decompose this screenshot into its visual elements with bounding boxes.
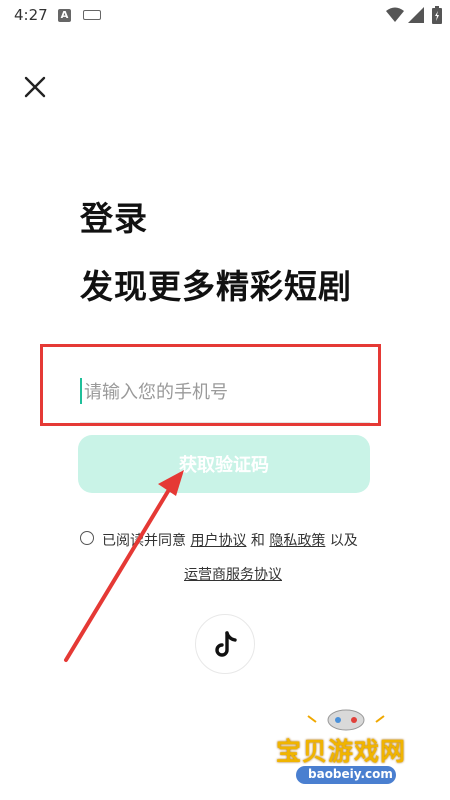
close-icon — [24, 76, 46, 98]
status-time: 4:27 — [14, 6, 48, 24]
agreement-prefix: 已阅读并同意 — [102, 533, 186, 549]
agreement-line-1: 已阅读并同意 用户协议 和 隐私政策 以及 — [102, 530, 358, 550]
agreement-and-also: 以及 — [329, 533, 358, 549]
login-screen: 4:27 A 登录 发现更多精彩短剧 获取验证码 — [0, 0, 450, 800]
close-button[interactable] — [22, 74, 48, 100]
battery-icon — [432, 6, 442, 24]
douyin-login-button[interactable] — [195, 614, 255, 674]
keyboard-icon — [83, 10, 101, 20]
operator-agreement-link[interactable]: 运营商服务协议 — [184, 567, 282, 583]
app-notification-icon: A — [58, 9, 71, 22]
privacy-policy-link[interactable]: 隐私政策 — [269, 533, 325, 549]
user-agreement-link[interactable]: 用户协议 — [190, 533, 246, 549]
page-subtitle: 发现更多精彩短剧 — [80, 267, 352, 306]
annotation-highlight-box — [40, 344, 381, 426]
watermark-brand: 宝贝游戏网 — [276, 737, 407, 766]
watermark-domain: baobeiy.com — [308, 767, 393, 781]
page-title: 登录 — [80, 199, 148, 238]
agreement-line-2: 运营商服务协议 — [184, 564, 282, 584]
watermark-logo: 宝贝游戏网 baobeiy.com — [268, 700, 428, 790]
signal-icon — [408, 7, 424, 23]
get-verification-code-button[interactable]: 获取验证码 — [78, 435, 370, 493]
status-bar: 4:27 A — [0, 0, 450, 32]
tiktok-icon — [215, 631, 237, 657]
app-badge-letter: A — [60, 10, 69, 21]
agreement-and: 和 — [250, 533, 265, 549]
wifi-icon — [386, 7, 404, 22]
agreement-radio[interactable] — [80, 531, 94, 545]
